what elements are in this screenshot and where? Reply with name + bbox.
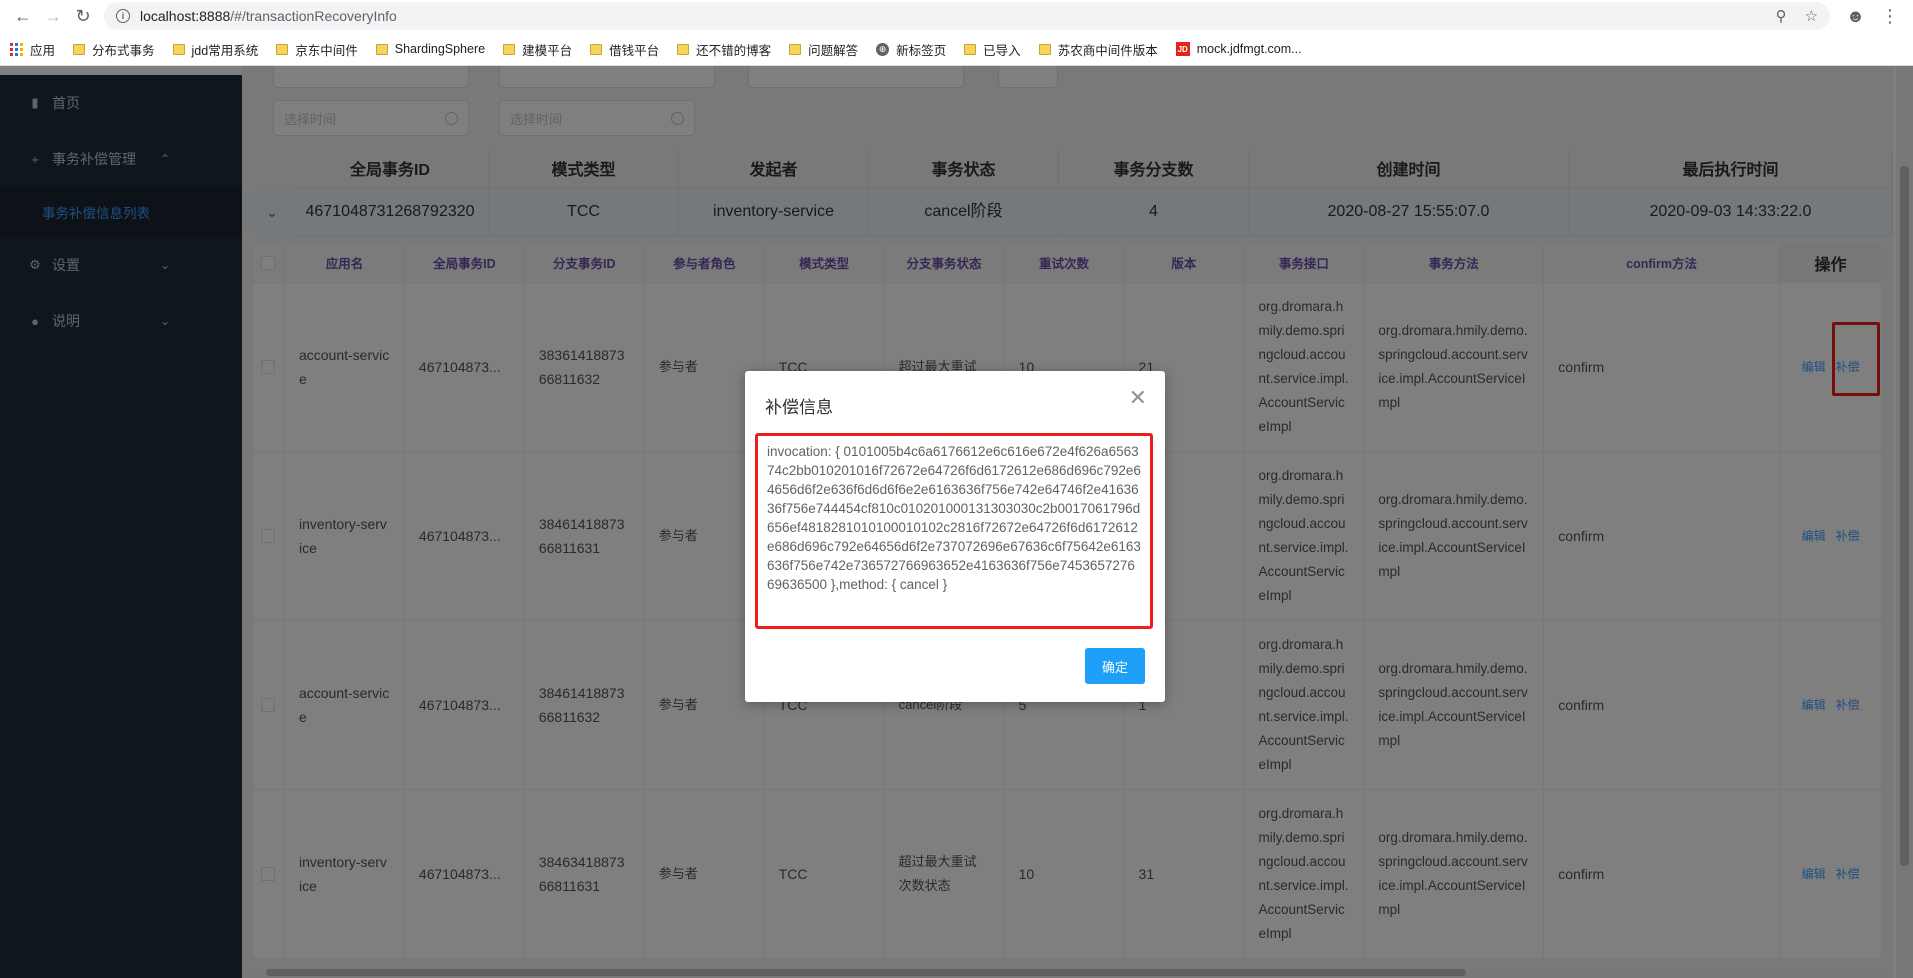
- bookmark-label: mock.jdfmgt.com...: [1196, 42, 1302, 56]
- bookmark-item[interactable]: 苏农商中间件版本: [1038, 40, 1158, 59]
- bookmarks-bar: 应用 分布式事务 jdd常用系统 京东中间件 ShardingSphere 建模…: [0, 32, 1913, 66]
- folder-icon: [276, 43, 289, 55]
- folder-icon: [503, 43, 516, 55]
- reload-icon[interactable]: ↻: [68, 1, 98, 31]
- bookmark-item[interactable]: 借钱平台: [590, 40, 659, 59]
- globe-icon: ⊕: [876, 42, 890, 56]
- folder-icon: [73, 43, 86, 55]
- browser-chrome: ← → ↻ i localhost:8888/#/transactionReco…: [0, 0, 1913, 66]
- confirm-button[interactable]: 确定: [1085, 648, 1145, 684]
- bookmark-label: 借钱平台: [609, 43, 660, 58]
- bookmark-item[interactable]: 建模平台: [503, 40, 572, 59]
- bookmark-label: 还不错的博客: [696, 43, 772, 58]
- folder-icon: [789, 43, 802, 55]
- close-icon[interactable]: ✕: [1129, 387, 1147, 409]
- url-host: localhost:8888: [140, 8, 231, 24]
- bookmark-label: 已导入: [983, 43, 1021, 58]
- bookmark-item[interactable]: 已导入: [964, 40, 1021, 59]
- jd-logo-icon: JD: [1175, 42, 1190, 56]
- bookmark-item[interactable]: ⊕ 新标签页: [876, 40, 946, 59]
- folder-icon: [375, 43, 388, 55]
- bookmark-label: 新标签页: [896, 43, 947, 58]
- menu-icon[interactable]: ⋮: [1881, 6, 1899, 27]
- info-icon[interactable]: i: [116, 9, 130, 23]
- dialog-body: invocation: { 0101005b4c6a6176612e6c616e…: [755, 433, 1153, 629]
- browser-toolbar: ← → ↻ i localhost:8888/#/transactionReco…: [0, 0, 1913, 32]
- bookmark-label: 建模平台: [522, 43, 573, 58]
- folder-icon: [172, 43, 185, 55]
- bookmark-label: 京东中间件: [295, 43, 358, 58]
- bookmark-label: 应用: [30, 43, 56, 58]
- bookmark-item[interactable]: JD mock.jdfmgt.com...: [1175, 42, 1302, 56]
- bookmark-label: 分布式事务: [92, 43, 155, 58]
- bookmark-label: 苏农商中间件版本: [1057, 43, 1158, 58]
- dialog-title: 补偿信息: [765, 398, 833, 417]
- bookmark-item[interactable]: jdd常用系统: [172, 40, 259, 59]
- url-path: /#/transactionRecoveryInfo: [230, 8, 397, 24]
- bookmark-item[interactable]: 问题解答: [789, 40, 858, 59]
- account-icon[interactable]: ☻: [1846, 6, 1865, 27]
- back-icon[interactable]: ←: [8, 1, 38, 31]
- address-bar[interactable]: i localhost:8888/#/transactionRecoveryIn…: [104, 2, 1831, 30]
- forward-icon[interactable]: →: [38, 1, 68, 31]
- apps-icon: [10, 42, 23, 56]
- bookmark-item[interactable]: 分布式事务: [73, 40, 155, 59]
- bookmark-label: jdd常用系统: [191, 43, 259, 58]
- bookmark-label: ShardingSphere: [394, 42, 486, 56]
- bookmark-item[interactable]: ShardingSphere: [375, 42, 486, 56]
- folder-icon: [1038, 43, 1051, 55]
- folder-icon: [590, 43, 603, 55]
- folder-icon: [677, 43, 690, 55]
- folder-icon: [964, 43, 977, 55]
- bookmark-apps[interactable]: 应用: [10, 40, 55, 59]
- bookmark-item[interactable]: 还不错的博客: [677, 40, 771, 59]
- star-icon[interactable]: ☆: [1805, 7, 1818, 25]
- compensation-dialog: 补偿信息 ✕ invocation: { 0101005b4c6a6176612…: [745, 371, 1165, 702]
- key-icon[interactable]: ⚲: [1776, 7, 1787, 25]
- bookmark-item[interactable]: 京东中间件: [276, 40, 358, 59]
- bookmark-label: 问题解答: [808, 43, 859, 58]
